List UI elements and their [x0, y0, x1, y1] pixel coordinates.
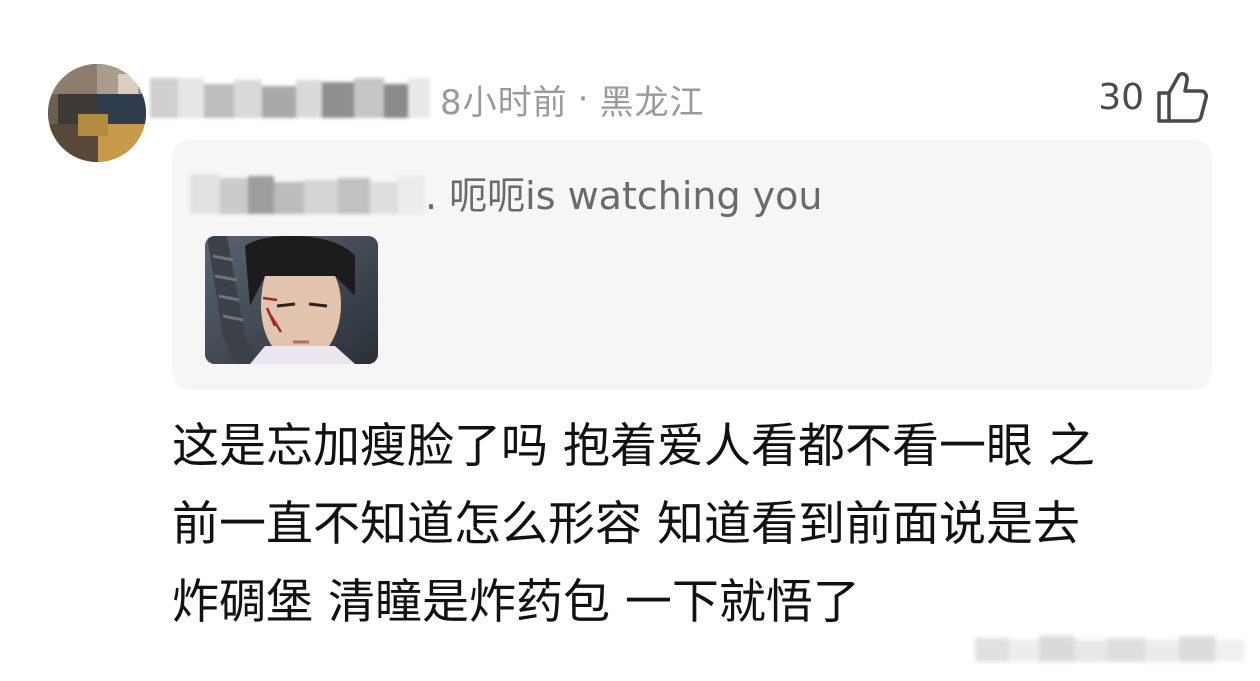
comment-body: 这是忘加瘦脸了吗 抱着爱人看都不看一眼 之 前一直不知道怎么形容 知道看到前面说…	[172, 419, 1095, 630]
quoted-image[interactable]	[205, 236, 378, 364]
like-button[interactable]: 30	[1098, 68, 1208, 126]
user-avatar[interactable]	[48, 64, 146, 162]
quoted-reply-text: . 呃呃is watching you	[425, 174, 823, 218]
watermark-obscured	[975, 630, 1245, 668]
quoted-author-obscured[interactable]	[190, 170, 425, 222]
time-ago: 8小时前	[440, 82, 568, 123]
meta-separator: ·	[577, 79, 590, 119]
like-count: 30	[1098, 76, 1144, 118]
thumbs-up-icon[interactable]	[1156, 70, 1208, 124]
username-obscured[interactable]	[150, 72, 430, 124]
comment-meta: 8小时前 · 黑龙江	[440, 76, 705, 123]
location: 黑龙江	[599, 82, 705, 123]
